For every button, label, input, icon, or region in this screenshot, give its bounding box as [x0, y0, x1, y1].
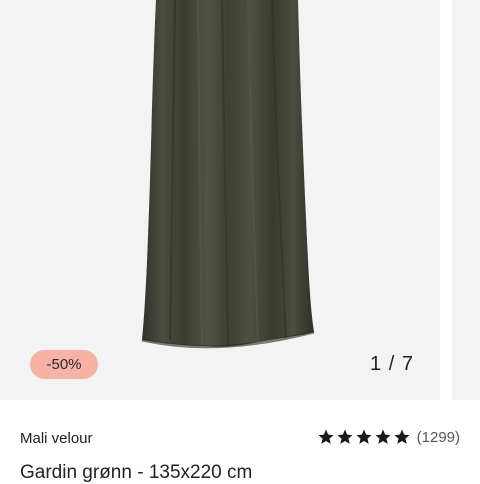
gallery-slide-next-peek[interactable]: [452, 0, 480, 400]
gallery-slide-current[interactable]: -50% 1 / 7: [0, 0, 440, 400]
star-filled-icon: [337, 429, 353, 444]
star-filled-icon: [356, 429, 372, 444]
rating-summary[interactable]: (1299): [317, 428, 460, 446]
star-filled-icon: [375, 429, 391, 444]
image-counter: 1 / 7: [370, 353, 414, 375]
star-filled-icon: [318, 429, 334, 444]
product-title: Gardin grønn - 135x220 cm: [20, 462, 253, 483]
discount-badge: -50%: [30, 350, 98, 379]
star-filled-icon: [394, 429, 410, 444]
product-brand[interactable]: Mali velour: [20, 430, 93, 447]
rating-stars: [317, 428, 411, 446]
review-count[interactable]: (1299): [417, 429, 460, 446]
curtain-product-image: [141, 0, 315, 349]
image-gallery[interactable]: -50% 1 / 7: [0, 0, 480, 400]
product-info: Mali velour (1299) Gardin grønn - 135x22…: [0, 400, 480, 483]
